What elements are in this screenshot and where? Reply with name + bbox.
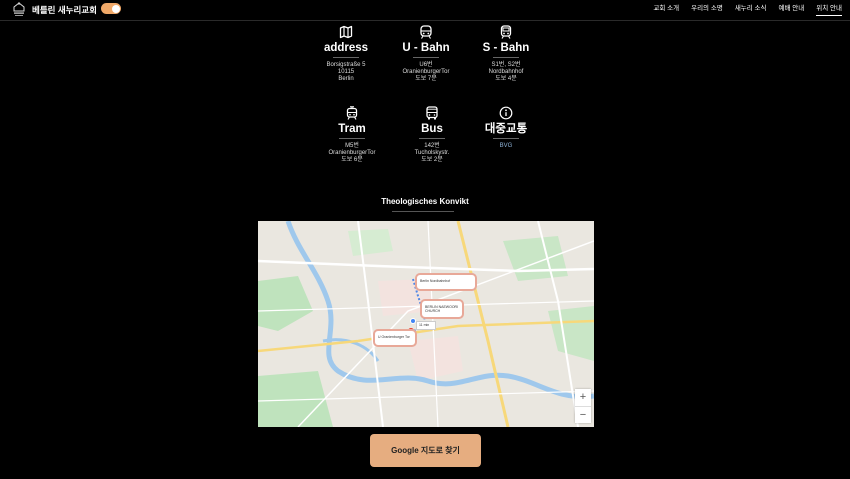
info-line: OranienburgerTor [328, 150, 376, 156]
info-title: U - Bahn [402, 42, 450, 54]
nav-church-intro[interactable]: 교회 소개 [653, 4, 679, 16]
info-line: 도보 6분 [341, 157, 363, 163]
church-logo-icon[interactable] [12, 2, 26, 18]
info-line: OranienburgerTor [402, 69, 450, 75]
map-label-text: U Oranienburger Tor [378, 335, 410, 339]
info-line: 10115 [337, 69, 355, 75]
divider [333, 57, 359, 58]
nav-our-calling[interactable]: 우리의 소명 [691, 4, 723, 16]
nav-worship[interactable]: 예배 안내 [779, 4, 805, 16]
nav-location[interactable]: 위치 안내 [816, 4, 842, 16]
map-label-nordbahnhof: Berlin Nordbahnhof [415, 273, 477, 291]
info-line: Borsigstraße 5 [326, 62, 366, 68]
info-line: Nordbahnhof [488, 69, 524, 75]
info-line: 도보 7분 [415, 76, 437, 82]
info-tram: Tram M5번 OranienburgerTor 도보 6분 [312, 106, 392, 164]
info-bus: Bus 142번 Tucholskystr. 도보 2분 [392, 106, 472, 164]
info-line: 도보 2분 [421, 157, 443, 163]
theme-toggle[interactable] [101, 3, 121, 14]
zoom-in-button[interactable]: + [575, 389, 591, 407]
map-title: Theologisches Konvikt [381, 197, 469, 206]
bus-icon [426, 106, 438, 120]
info-title: S - Bahn [482, 42, 530, 54]
google-maps-button[interactable]: Google 지도로 찾기 [370, 434, 481, 467]
divider [493, 138, 519, 139]
info-title: address [323, 42, 369, 54]
info-line: S1번, S2번 [491, 62, 521, 68]
info-line: U6번 [419, 62, 433, 68]
info-line: 142번 [424, 143, 440, 149]
main-nav: 교회 소개 우리의 소명 새누리 소식 예배 안내 위치 안내 [641, 4, 842, 16]
embedded-map[interactable]: Berlin Nordbahnhof BERLIN NAEWOORI CHURC… [258, 221, 594, 427]
info-line: 도보 4분 [495, 76, 517, 82]
walk-time-text: 11 min [419, 323, 430, 327]
map-label-church: BERLIN NAEWOORI CHURCH [420, 299, 464, 319]
info-ubahn: U - Bahn U6번 OranienburgerTor 도보 7분 [386, 25, 466, 83]
zoom-out-button[interactable]: − [575, 407, 591, 424]
map-icon [339, 25, 353, 39]
site-title[interactable]: 베를린 새누리교회 [32, 4, 97, 16]
map-label-text: BERLIN NAEWOORI CHURCH [425, 305, 459, 313]
subway-icon [420, 25, 432, 39]
info-line: Tucholskystr. [414, 150, 450, 156]
info-line: M5번 [345, 143, 359, 149]
divider [392, 211, 454, 212]
info-line: Berlin [338, 76, 354, 82]
info-title: 대중교통 [484, 123, 528, 135]
tram-icon [346, 106, 358, 120]
info-sbahn: S - Bahn S1번, S2번 Nordbahnhof 도보 4분 [466, 25, 546, 83]
map-label-text: Berlin Nordbahnhof [420, 279, 451, 283]
info-title: Bus [421, 123, 443, 135]
toggle-knob [111, 4, 120, 13]
divider [413, 57, 439, 58]
divider [493, 57, 519, 58]
map-label-oranienburger-tor: U Oranienburger Tor [373, 329, 417, 347]
map-zoom-control: + − [575, 389, 591, 423]
top-nav-bar: 베를린 새누리교회 교회 소개 우리의 소명 새누리 소식 예배 안내 위치 안… [0, 0, 850, 21]
info-title: Tram [338, 123, 366, 135]
nav-news[interactable]: 새누리 소식 [735, 4, 767, 16]
info-public-transport: 대중교통 BVG [466, 106, 546, 150]
info-address: address Borsigstraße 5 10115 Berlin [306, 25, 386, 83]
divider [339, 138, 365, 139]
train-icon [500, 25, 512, 39]
info-icon [499, 106, 513, 120]
walk-time-label: 11 min [416, 321, 436, 330]
bvg-link[interactable]: BVG [500, 143, 513, 150]
divider [419, 138, 445, 139]
